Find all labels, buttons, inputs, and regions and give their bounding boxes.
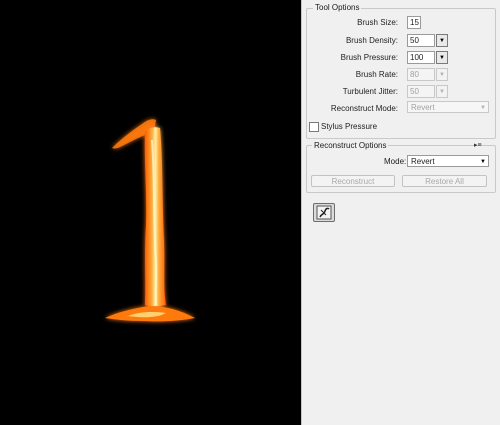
brush-density-label: Brush Density: <box>345 36 398 45</box>
brush-pressure-dropdown-button[interactable]: ▼ <box>436 51 448 64</box>
reconstruct-mode-value: Revert <box>411 103 435 112</box>
chevron-down-icon: ▼ <box>480 159 486 165</box>
brush-size-input[interactable]: 15 <box>407 16 421 29</box>
stylus-pressure-label: Stylus Pressure <box>321 122 378 131</box>
image-canvas[interactable] <box>0 0 301 425</box>
tool-options-title: Tool Options <box>313 3 362 12</box>
turbulent-jitter-label: Turbulent Jitter: <box>342 87 398 96</box>
chevron-down-icon: ▼ <box>439 37 445 44</box>
restore-all-button[interactable]: Restore All <box>402 175 487 187</box>
mode-select[interactable]: Revert ▼ <box>407 155 489 167</box>
brush-pressure-input[interactable]: 100 <box>407 51 435 64</box>
brush-density-dropdown-button[interactable]: ▼ <box>436 34 448 47</box>
reconstruct-options-title: Reconstruct Options <box>312 141 389 150</box>
brush-rate-input[interactable]: 80 <box>407 68 435 81</box>
brush-pressure-label: Brush Pressure: <box>340 53 398 62</box>
stylus-pressure-checkbox[interactable] <box>309 122 319 132</box>
mode-value: Revert <box>411 157 435 166</box>
brush-rate-dropdown-button[interactable]: ▼ <box>436 68 448 81</box>
reconstruct-button[interactable]: Reconstruct <box>311 175 395 187</box>
chevron-down-icon: ▼ <box>480 105 486 111</box>
tool-options-frame <box>306 8 496 139</box>
liquify-brush-icon <box>316 205 332 220</box>
chevron-down-icon: ▼ <box>439 88 445 95</box>
mode-label: Mode: <box>384 157 407 166</box>
reconstruct-mode-label: Reconstruct Mode: <box>330 104 398 113</box>
chevron-down-icon: ▼ <box>439 54 445 61</box>
turbulent-jitter-input[interactable]: 50 <box>407 85 435 98</box>
liquify-tool-button[interactable] <box>313 203 335 222</box>
flaming-number-one <box>105 119 195 322</box>
brush-rate-label: Brush Rate: <box>355 70 398 79</box>
panel-menu-icon[interactable]: ▸≡ <box>474 141 482 149</box>
reconstruct-mode-select[interactable]: Revert ▼ <box>407 101 489 113</box>
brush-density-input[interactable]: 50 <box>407 34 435 47</box>
brush-size-label: Brush Size: <box>357 18 398 27</box>
turbulent-jitter-dropdown-button[interactable]: ▼ <box>436 85 448 98</box>
chevron-down-icon: ▼ <box>439 71 445 78</box>
